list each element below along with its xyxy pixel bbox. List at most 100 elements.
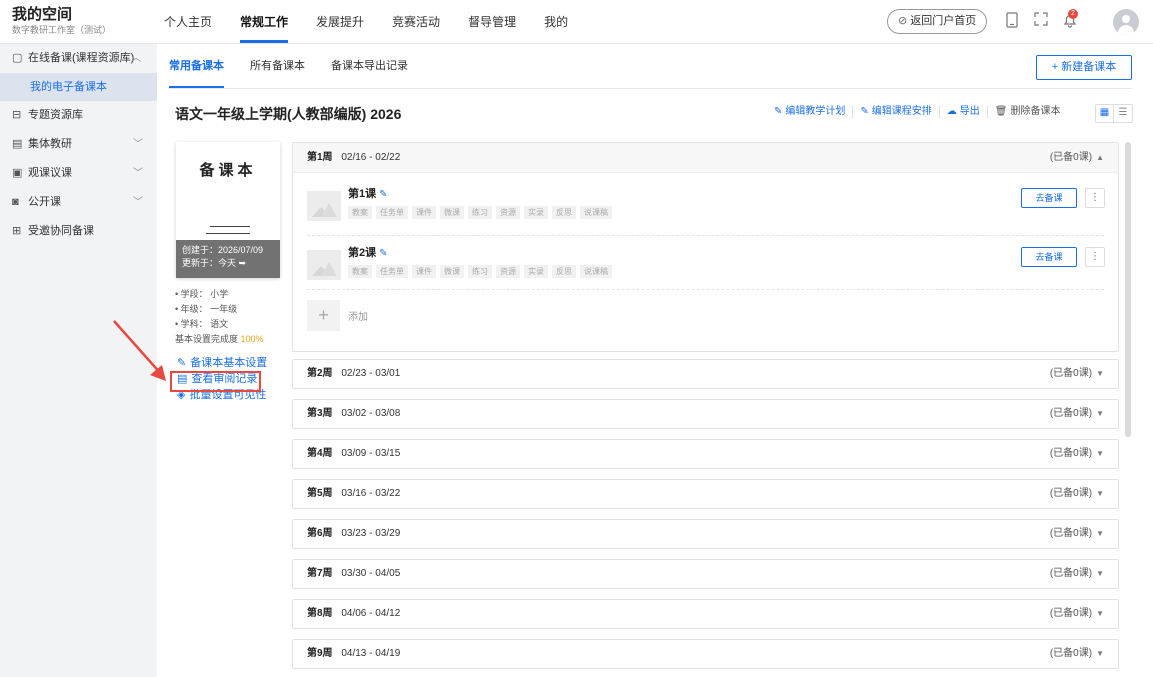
basic-settings-link[interactable]: ✎ 备课本基本设置 [177, 355, 267, 371]
topnav-supervision[interactable]: 督导管理 [454, 0, 530, 44]
week-range: 04/06 - 04/12 [341, 608, 401, 619]
sidebar-item-lesson-observation[interactable]: ▣ 观课议课 ﹀ [0, 159, 157, 188]
tab-all-books[interactable]: 所有备课本 [250, 44, 305, 88]
chip[interactable]: 教案 [348, 206, 372, 219]
topnav-routine-work[interactable]: 常规工作 [226, 0, 302, 44]
sidebar-item-label: 集体教研 [28, 138, 72, 150]
classroom-icon: ▣ [12, 167, 23, 179]
edit-icon: ✎ [774, 106, 783, 117]
more-options-icon[interactable]: ⋮ [1085, 188, 1105, 208]
go-prepare-button[interactable]: 去备课 [1021, 188, 1077, 208]
caret-down-icon: ▼ [1096, 409, 1104, 418]
topnav-mine[interactable]: 我的 [530, 0, 582, 44]
week-row[interactable]: 第8周 04/06 - 04/12 (已备0课) ▼ [292, 599, 1119, 629]
group-icon: ⊞ [12, 225, 22, 237]
week-status: (已备0课) ▼ [1049, 608, 1104, 619]
chip[interactable]: 课件 [412, 265, 436, 278]
sidebar-item-online-prep[interactable]: ▢ 在线备课(课程资源库) ︿ [0, 44, 157, 73]
go-prepare-button[interactable]: 去备课 [1021, 247, 1077, 267]
tab-frequent-books[interactable]: 常用备课本 [169, 44, 224, 88]
book-actions: ✎ 编辑教学计划 ✎ 编辑课程安排 ☁ 导出 🗑 删除备课本 [767, 106, 1067, 118]
lesson-name[interactable]: 第2课 ✎ [348, 246, 388, 261]
week-row[interactable]: 第5周 03/16 - 03/22 (已备0课) ▼ [292, 479, 1119, 509]
week-label: 第5周 [307, 488, 333, 499]
sidebar-item-invited-coprep[interactable]: ⊞ 受邀协同备课 [0, 217, 157, 246]
chip[interactable]: 说课稿 [580, 206, 612, 219]
chip[interactable]: 微课 [440, 206, 464, 219]
list-view-icon[interactable]: ☰ [1114, 105, 1132, 122]
chip[interactable]: 资源 [496, 206, 520, 219]
export-button[interactable]: ☁ 导出 [940, 106, 988, 118]
more-arrow-icon: ➥ [238, 258, 247, 268]
more-options-icon[interactable]: ⋮ [1085, 247, 1105, 267]
chevron-up-icon: ︿ [131, 53, 141, 64]
chip[interactable]: 练习 [468, 265, 492, 278]
grid-view-icon[interactable]: ▦ [1096, 105, 1114, 122]
chip[interactable]: 任务单 [376, 265, 408, 278]
lesson-row: 第2课 ✎ 教案 任务单 课件 微课 练习 资源 实录 反思 说课稿 去备课 ⋮ [307, 246, 1105, 292]
chip[interactable]: 实录 [524, 265, 548, 278]
new-book-button[interactable]: + 新建备课本 [1036, 55, 1132, 80]
lesson-row: 第1课 ✎ 教案 任务单 课件 微课 练习 资源 实录 反思 说课稿 去备课 ⋮ [307, 187, 1105, 233]
brand[interactable]: 我的空间 数字教研工作室（测试） [12, 6, 111, 37]
fullscreen-icon[interactable] [1032, 12, 1050, 30]
delete-book-label: 删除备课本 [1010, 106, 1061, 117]
return-portal-button[interactable]: ⊘ 返回门户首页 [887, 9, 988, 34]
topnav-competition[interactable]: 竞赛活动 [378, 0, 454, 44]
scrollbar[interactable] [1125, 142, 1131, 437]
week-label: 第4周 [307, 448, 333, 459]
sidebar-item-topic-resources[interactable]: ⊟ 专题资源库 [0, 101, 157, 130]
chip[interactable]: 任务单 [376, 206, 408, 219]
week-range: 02/23 - 03/01 [341, 368, 401, 379]
week-label: 第9周 [307, 648, 333, 659]
lesson-name[interactable]: 第1课 ✎ [348, 187, 388, 202]
chip[interactable]: 反思 [552, 206, 576, 219]
chip[interactable]: 资源 [496, 265, 520, 278]
chip[interactable]: 说课稿 [580, 265, 612, 278]
chip[interactable]: 练习 [468, 206, 492, 219]
chip[interactable]: 课件 [412, 206, 436, 219]
chevron-down-icon: ﹀ [133, 139, 143, 150]
add-lesson[interactable]: + 添加 [307, 300, 368, 331]
edit-icon: ✎ [860, 106, 869, 117]
week-range: 04/13 - 04/19 [341, 648, 401, 659]
sidebar-item-label: 受邀协同备课 [28, 225, 94, 237]
book-cover[interactable]: 备课本 创建于：2026/07/09 更新于：今天 ➥ [176, 142, 280, 278]
caret-down-icon: ▼ [1096, 449, 1104, 458]
week-row[interactable]: 第6周 03/23 - 03/29 (已备0课) ▼ [292, 519, 1119, 549]
week-row[interactable]: 第9周 04/13 - 04/19 (已备0课) ▼ [292, 639, 1119, 669]
app-title: 我的空间 [12, 6, 73, 23]
caret-down-icon: ▼ [1096, 369, 1104, 378]
chip[interactable]: 实录 [524, 206, 548, 219]
add-label: 添加 [348, 312, 368, 323]
export-label: 导出 [959, 106, 980, 117]
chip[interactable]: 微课 [440, 265, 464, 278]
week-row[interactable]: 第2周 02/23 - 03/01 (已备0课) ▼ [292, 359, 1119, 389]
topnav-development[interactable]: 发展提升 [302, 0, 378, 44]
avatar[interactable] [1113, 9, 1139, 35]
edit-icon: ✎ [379, 189, 388, 200]
topnav-home[interactable]: 个人主页 [150, 0, 226, 44]
sidebar-item-open-class[interactable]: ◙ 公开课 ﹀ [0, 188, 157, 217]
chevron-down-icon: ﹀ [133, 197, 143, 208]
week-row[interactable]: 第7周 03/30 - 04/05 (已备0课) ▼ [292, 559, 1119, 589]
week-row[interactable]: 第3周 03/02 - 03/08 (已备0课) ▼ [292, 399, 1119, 429]
week-status: (已备0课) ▼ [1049, 368, 1104, 379]
week-range: 03/23 - 03/29 [341, 528, 401, 539]
completion-row: 基本设置完成度 100% [175, 334, 264, 344]
edit-icon: ✎ [379, 248, 388, 259]
week-1-header[interactable]: 第1周 02/16 - 02/22 (已备0课) ▲ [293, 143, 1118, 173]
week-range: 03/16 - 03/22 [341, 488, 401, 499]
sidebar-subitem-my-ebook[interactable]: 我的电子备课本 [0, 73, 157, 101]
week-row[interactable]: 第4周 03/09 - 03/15 (已备0课) ▼ [292, 439, 1119, 469]
delete-book-button[interactable]: 🗑 删除备课本 [988, 106, 1068, 118]
edit-icon: ✎ [177, 357, 187, 369]
sidebar-item-collective-research[interactable]: ▤ 集体教研 ﹀ [0, 130, 157, 159]
mobile-icon[interactable] [1003, 12, 1021, 30]
tab-export-records[interactable]: 备课本导出记录 [331, 44, 408, 88]
edit-plan-button[interactable]: ✎ 编辑教学计划 [767, 106, 854, 118]
lesson-divider [307, 289, 1104, 290]
edit-schedule-button[interactable]: ✎ 编辑课程安排 [853, 106, 940, 118]
chip[interactable]: 教案 [348, 265, 372, 278]
chip[interactable]: 反思 [552, 265, 576, 278]
